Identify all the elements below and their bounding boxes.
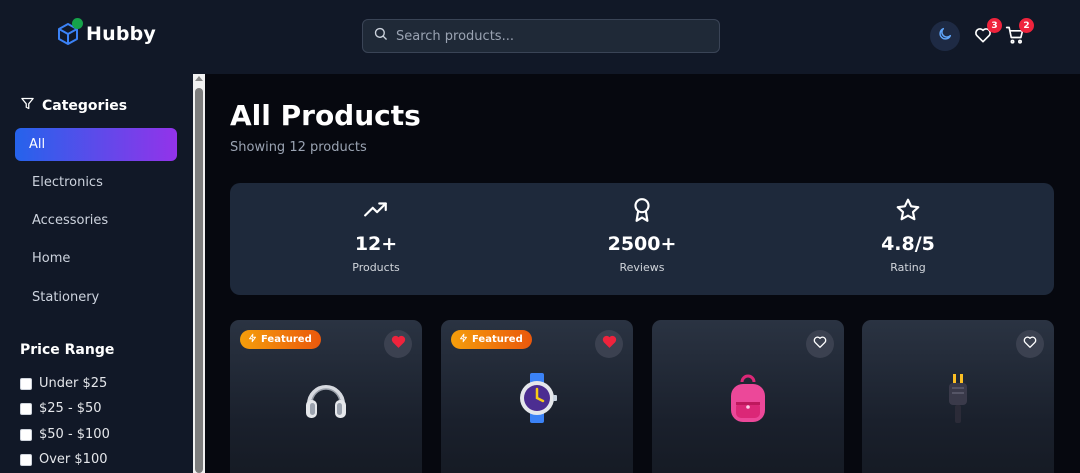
price-option-25-50[interactable]: $25 - $50 — [20, 401, 102, 416]
heart-icon — [973, 28, 993, 49]
watch-icon — [509, 370, 565, 426]
favorite-button[interactable] — [384, 330, 412, 358]
stat-label: Rating — [890, 261, 926, 274]
cube-icon — [56, 18, 83, 46]
cart-count-badge: 2 — [1019, 18, 1034, 33]
wishlist-count-badge: 3 — [987, 18, 1002, 33]
stat-value: 4.8/5 — [881, 233, 935, 255]
price-option-label: $25 - $50 — [39, 401, 102, 416]
headphones-icon — [298, 370, 354, 426]
logo-dot — [72, 18, 83, 29]
price-option-label: $50 - $100 — [39, 427, 110, 442]
heart-outline-icon — [812, 334, 828, 355]
bolt-icon — [248, 333, 257, 346]
featured-badge: Featured — [451, 330, 532, 349]
heart-filled-icon — [601, 333, 618, 355]
moon-icon — [937, 26, 953, 47]
category-stationery[interactable]: Stationery — [15, 281, 177, 314]
category-electronics[interactable]: Electronics — [15, 166, 177, 199]
wishlist-button[interactable]: 3 — [973, 18, 1002, 49]
checkbox[interactable] — [20, 453, 32, 466]
search-input[interactable] — [396, 28, 696, 44]
scrollbar-thumb[interactable] — [195, 88, 203, 473]
checkbox[interactable] — [20, 402, 32, 415]
stat-products: 12+ Products — [239, 183, 513, 295]
category-home[interactable]: Home — [15, 242, 177, 275]
cart-icon — [1005, 26, 1025, 49]
price-option-under-25[interactable]: Under $25 — [20, 376, 107, 391]
heart-filled-icon — [390, 333, 407, 355]
star-icon — [895, 197, 921, 228]
product-card[interactable] — [652, 320, 844, 473]
categories-title: Categories — [42, 97, 128, 114]
scroll-up-arrow-icon[interactable] — [195, 76, 203, 81]
cart-button[interactable]: 2 — [1005, 18, 1034, 49]
featured-label: Featured — [472, 334, 523, 345]
favorite-button[interactable] — [1016, 330, 1044, 358]
stat-label: Reviews — [619, 261, 665, 274]
stat-value: 12+ — [354, 233, 398, 255]
category-all[interactable]: All — [15, 128, 177, 161]
favorite-button[interactable] — [595, 330, 623, 358]
price-option-label: Over $100 — [39, 452, 108, 467]
featured-label: Featured — [261, 334, 312, 345]
filter-sidebar: Categories All Electronics Accessories H… — [0, 74, 193, 473]
bolt-icon — [459, 333, 468, 346]
brand-name: Hubby — [86, 23, 157, 45]
product-card[interactable]: Featured — [441, 320, 633, 473]
stat-reviews: 2500+ Reviews — [505, 183, 779, 295]
price-option-50-100[interactable]: $50 - $100 — [20, 427, 110, 442]
stat-value: 2500+ — [607, 233, 677, 255]
featured-badge: Featured — [240, 330, 321, 349]
trending-up-icon — [363, 197, 389, 228]
plug-icon — [930, 370, 986, 426]
checkbox[interactable] — [20, 428, 32, 441]
product-card[interactable] — [862, 320, 1054, 473]
search-icon — [373, 26, 388, 46]
price-range-heading: Price Range — [20, 342, 115, 358]
theme-toggle-button[interactable] — [930, 21, 960, 51]
sidebar-scrollbar[interactable] — [193, 74, 205, 473]
award-icon — [629, 197, 655, 228]
stats-panel: 12+ Products 2500+ Reviews 4.8/5 Rating — [230, 183, 1054, 295]
stat-label: Products — [352, 261, 400, 274]
product-card[interactable]: Featured — [230, 320, 422, 473]
category-accessories[interactable]: Accessories — [15, 204, 177, 237]
search-bar[interactable] — [362, 19, 720, 53]
checkbox[interactable] — [20, 377, 32, 390]
favorite-button[interactable] — [806, 330, 834, 358]
filter-icon — [20, 96, 35, 115]
stat-rating: 4.8/5 Rating — [771, 183, 1045, 295]
top-header: Hubby 3 2 — [0, 0, 1080, 74]
page-title: All Products — [230, 99, 421, 132]
backpack-icon — [720, 370, 776, 426]
categories-heading: Categories — [20, 96, 127, 115]
heart-outline-icon — [1022, 334, 1038, 355]
brand-logo[interactable]: Hubby — [56, 18, 157, 46]
price-option-label: Under $25 — [39, 376, 108, 391]
price-option-over-100[interactable]: Over $100 — [20, 452, 108, 467]
product-count-text: Showing 12 products — [230, 140, 367, 155]
